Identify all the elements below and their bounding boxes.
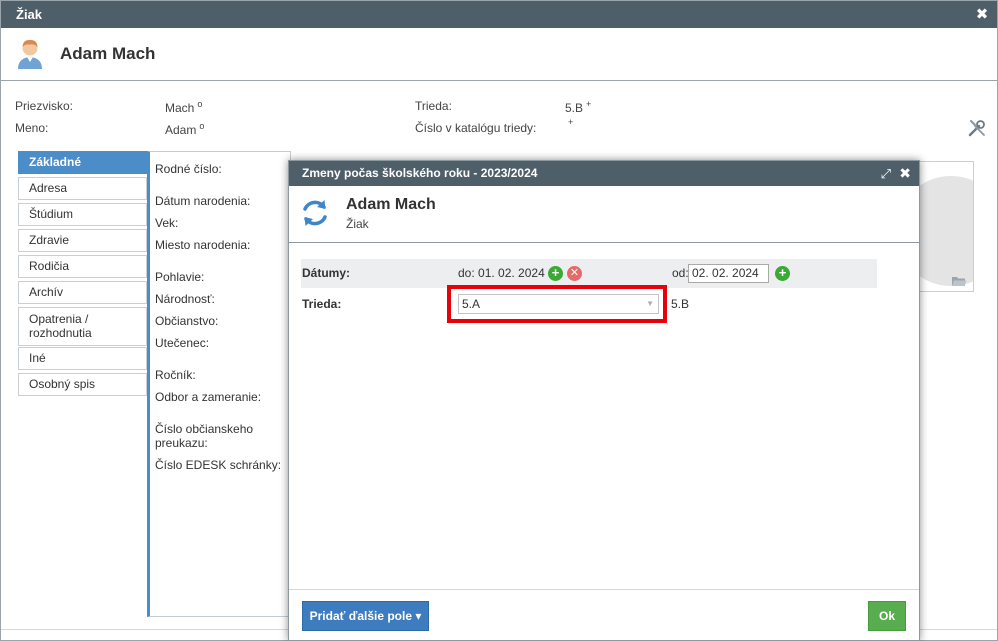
field-nationality: Národnosť: [155,292,215,306]
ok-button[interactable]: Ok [868,601,906,631]
tab-archiv[interactable]: Archív [18,281,147,304]
dialog-class-label: Trieda: [302,297,342,311]
student-header: Adam Mach [1,28,997,81]
window-titlebar: Žiak [1,1,997,28]
changes-dialog: Zmeny počas školského roku - 2023/2024 ⤢… [288,160,920,641]
dialog-footer: Pridať ďalšie pole ▾ Ok [289,589,919,640]
catalog-value: + [565,117,573,133]
surname-value: Mach o [165,99,202,115]
class-select-value: 5.A [462,297,481,311]
tab-adresa[interactable]: Adresa [18,177,147,200]
field-birth-place: Miesto narodenia: [155,238,251,252]
dialog-close-icon[interactable]: ✖ [899,161,911,186]
tools-icon[interactable] [967,118,987,138]
remove-date-icon[interactable]: ✕ [567,266,582,281]
expand-icon[interactable]: ⤢ [881,161,891,186]
refresh-icon [303,200,327,226]
tab-osobny-spis[interactable]: Osobný spis [18,373,147,396]
field-refugee: Utečenec: [155,336,210,350]
class-label: Trieda: [415,99,452,113]
firstname-value: Adam o [165,121,204,137]
window-title: Žiak [16,7,43,22]
field-study: Odbor a zameranie: [155,390,262,404]
current-class: 5.B [671,297,690,311]
date-from-input[interactable]: 02. 02. 2024 [688,264,769,283]
folder-icon[interactable] [951,275,967,287]
tab-zakladne[interactable]: Základné [18,151,149,174]
field-year: Ročník: [155,368,196,382]
firstname-text: Adam [165,123,197,137]
student-name: Adam Mach [60,44,156,63]
field-edesk: Číslo EDESK schránky: [155,458,282,472]
field-id-card: Číslo občianskeho preukazu: [155,422,254,450]
tab-zdravie[interactable]: Zdravie [18,229,147,252]
dates-row [301,259,877,288]
dialog-header: Adam Mach Žiak [289,186,919,243]
tab-ine[interactable]: Iné [18,347,147,370]
date-from-label: od: [672,266,689,280]
class-select[interactable]: 5.A ▼ [458,294,659,314]
surname-text: Mach [165,101,195,115]
class-text: 5.B [565,101,584,115]
student-avatar-icon [18,39,42,69]
dialog-student-role: Žiak [346,217,369,231]
tab-opatrenia[interactable]: Opatrenia / rozhodnutia [18,307,147,346]
add-date-from-icon[interactable]: + [775,266,790,281]
field-age: Vek: [155,216,179,230]
dialog-titlebar: Zmeny počas školského roku - 2023/2024 [289,161,919,186]
dialog-student-name: Adam Mach [346,196,436,213]
field-birth-date: Dátum narodenia: [155,194,251,208]
window-close-icon[interactable]: ✖ [975,1,989,28]
catalog-label: Číslo v katalógu triedy: [415,121,537,135]
catalog-mark: + [568,117,574,127]
tab-studium[interactable]: Štúdium [18,203,147,226]
dates-label: Dátumy: [302,266,351,280]
chevron-down-icon: ▼ [646,299,654,308]
firstname-mark: o [199,121,205,131]
date-to-text: do: 01. 02. 2024 [458,266,545,280]
add-fields-button[interactable]: Pridať ďalšie pole ▾ [302,601,429,631]
firstname-label: Meno: [15,121,49,135]
dialog-title: Zmeny počas školského roku - 2023/2024 [302,166,538,180]
surname-mark: o [197,99,203,109]
tab-rodicia[interactable]: Rodičia [18,255,147,278]
surname-label: Priezvisko: [15,99,74,113]
class-mark: + [586,99,592,109]
field-gender: Pohlavie: [155,270,205,284]
field-citizenship: Občianstvo: [155,314,219,328]
field-birth-number: Rodné číslo: [155,162,222,176]
class-value: 5.B + [565,99,591,115]
add-date-icon[interactable]: + [548,266,563,281]
